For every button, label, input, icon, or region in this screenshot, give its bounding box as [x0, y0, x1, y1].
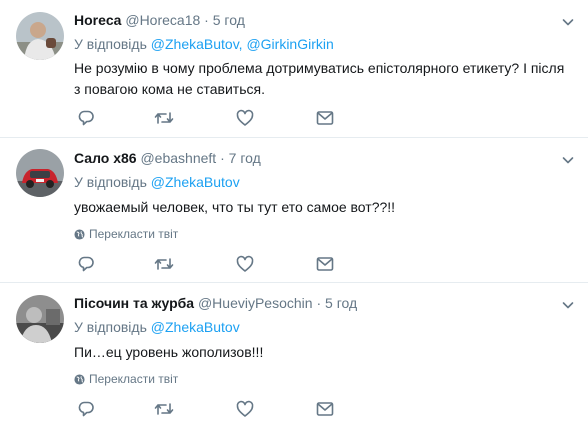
- replying-to: У відповідь @ZhekaButov, @GirkinGirkin: [74, 35, 334, 53]
- avatar[interactable]: [16, 295, 64, 343]
- display-name[interactable]: Horeca: [74, 12, 121, 28]
- direct-message-icon[interactable]: [315, 254, 335, 274]
- mention-links[interactable]: @ZhekaButov: [151, 174, 240, 190]
- chevron-down-icon[interactable]: [562, 15, 574, 27]
- translate-label[interactable]: Перекласти твіт: [89, 372, 178, 386]
- replying-prefix: У відповідь: [74, 174, 151, 190]
- tweet[interactable]: Сало х86 @ebashneft · 7 год У відповідь …: [0, 138, 588, 283]
- avatar[interactable]: [16, 149, 64, 197]
- globe-icon: [74, 229, 85, 240]
- separator: ·: [316, 295, 322, 311]
- timestamp[interactable]: 7 год: [229, 150, 261, 166]
- replying-to: У відповідь @ZhekaButov: [74, 173, 240, 191]
- translate-tweet-link[interactable]: Перекласти твіт: [74, 227, 178, 241]
- timestamp[interactable]: 5 год: [325, 295, 357, 311]
- tweet-text: Не розумію в чому проблема дотримуватись…: [74, 60, 565, 97]
- tweet-actions: [74, 108, 344, 128]
- display-name[interactable]: Сало х86: [74, 150, 137, 166]
- translate-tweet-link[interactable]: Перекласти твіт: [74, 372, 178, 386]
- mention-links[interactable]: @ZhekaButov: [151, 319, 240, 335]
- tweet-text: Пи…ец уровень жополизов!!!: [74, 344, 264, 360]
- mention-links[interactable]: @ZhekaButov, @GirkinGirkin: [151, 36, 334, 52]
- translate-label[interactable]: Перекласти твіт: [89, 227, 178, 241]
- tweet[interactable]: Horeca @Horeca18 · 5 год У відповідь @Zh…: [0, 0, 588, 138]
- direct-message-icon[interactable]: [315, 399, 335, 419]
- tweet-header: Пісочин та журба @HueviyPesochin · 5 год: [74, 294, 357, 312]
- tweet-header: Сало х86 @ebashneft · 7 год: [74, 149, 261, 167]
- retweet-icon[interactable]: [154, 108, 174, 128]
- tweet-header: Horeca @Horeca18 · 5 год: [74, 11, 245, 29]
- chevron-down-icon[interactable]: [562, 298, 574, 310]
- replying-to: У відповідь @ZhekaButov: [74, 318, 240, 336]
- retweet-icon[interactable]: [154, 254, 174, 274]
- separator: ·: [220, 150, 225, 166]
- like-icon[interactable]: [235, 399, 255, 419]
- display-name[interactable]: Пісочин та журба: [74, 295, 194, 311]
- avatar[interactable]: [16, 12, 64, 60]
- replying-prefix: У відповідь: [74, 319, 151, 335]
- user-handle[interactable]: @Horeca18: [125, 12, 200, 28]
- tweet-actions: [74, 254, 344, 274]
- like-icon[interactable]: [235, 108, 255, 128]
- reply-icon[interactable]: [76, 254, 96, 274]
- separator: ·: [204, 12, 209, 28]
- direct-message-icon[interactable]: [315, 108, 335, 128]
- globe-icon: [74, 374, 85, 385]
- tweet[interactable]: Пісочин та журба @HueviyPesochin · 5 год…: [0, 283, 588, 423]
- user-handle[interactable]: @HueviyPesochin: [198, 295, 313, 311]
- user-handle[interactable]: @ebashneft: [140, 150, 216, 166]
- timestamp[interactable]: 5 год: [213, 12, 245, 28]
- tweet-actions: [74, 399, 344, 419]
- chevron-down-icon[interactable]: [562, 153, 574, 165]
- reply-icon[interactable]: [76, 108, 96, 128]
- like-icon[interactable]: [235, 254, 255, 274]
- replying-prefix: У відповідь: [74, 36, 151, 52]
- tweet-text: увожаемый человек, что ты тут ето самое …: [74, 199, 396, 215]
- reply-icon[interactable]: [76, 399, 96, 419]
- retweet-icon[interactable]: [154, 399, 174, 419]
